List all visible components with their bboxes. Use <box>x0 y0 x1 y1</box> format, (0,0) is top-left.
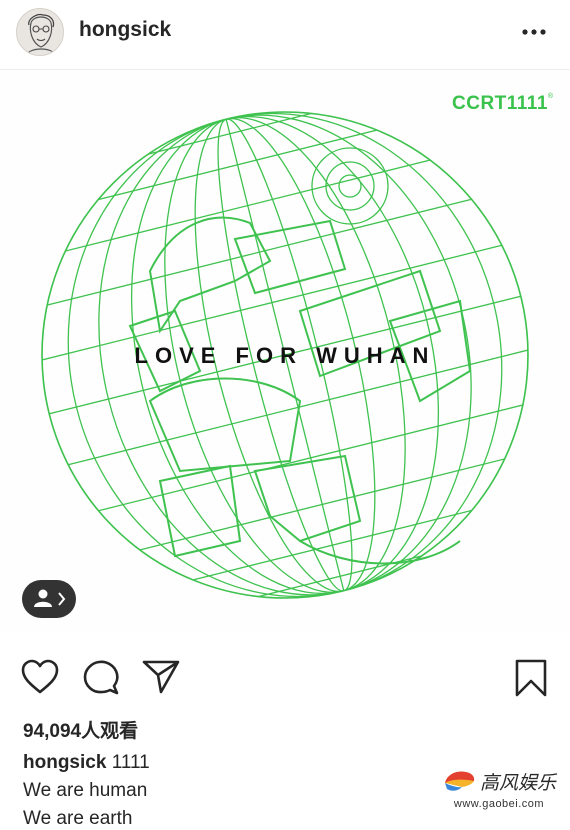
post-image[interactable]: CCRT1111® LOVE FOR WUHAN <box>0 71 570 631</box>
watermark: 高风娱乐 www.gaobei.com <box>440 766 558 816</box>
caption-line-2: We are earth <box>23 808 133 829</box>
person-tag-icon <box>34 589 66 607</box>
post-username[interactable]: hongsick <box>79 18 171 42</box>
chevron-right-icon <box>58 592 66 606</box>
watermark-logo-icon <box>445 771 475 791</box>
caption-header: hongsick 1111 <box>23 752 150 774</box>
brand-mark: ® <box>547 93 554 100</box>
caption-username[interactable]: hongsick <box>23 752 106 773</box>
watermark-url: www.gaobei.com <box>453 798 545 810</box>
tag-people-button[interactable] <box>22 580 76 618</box>
bookmark-icon[interactable] <box>512 658 550 698</box>
brand-logo: CCRT1111® <box>452 93 554 115</box>
avatar[interactable] <box>16 8 64 56</box>
more-horizontal-icon[interactable] <box>520 20 548 44</box>
brand-text: CCRT1111 <box>452 93 548 114</box>
comment-icon[interactable] <box>82 658 120 696</box>
watermark-title: 高风娱乐 <box>480 772 557 794</box>
heart-icon[interactable] <box>20 658 60 696</box>
headline-text: LOVE FOR WUHAN <box>135 343 436 368</box>
send-icon[interactable] <box>141 658 181 696</box>
caption-line-1: We are human <box>23 780 148 801</box>
post-header: hongsick <box>0 0 570 70</box>
wireframe-globe-graphic: LOVE FOR WUHAN <box>37 106 533 604</box>
view-count[interactable]: 94,094人观看 <box>23 716 138 743</box>
sketch-face-avatar-icon <box>26 13 56 55</box>
caption-text: 1111 <box>111 752 150 773</box>
